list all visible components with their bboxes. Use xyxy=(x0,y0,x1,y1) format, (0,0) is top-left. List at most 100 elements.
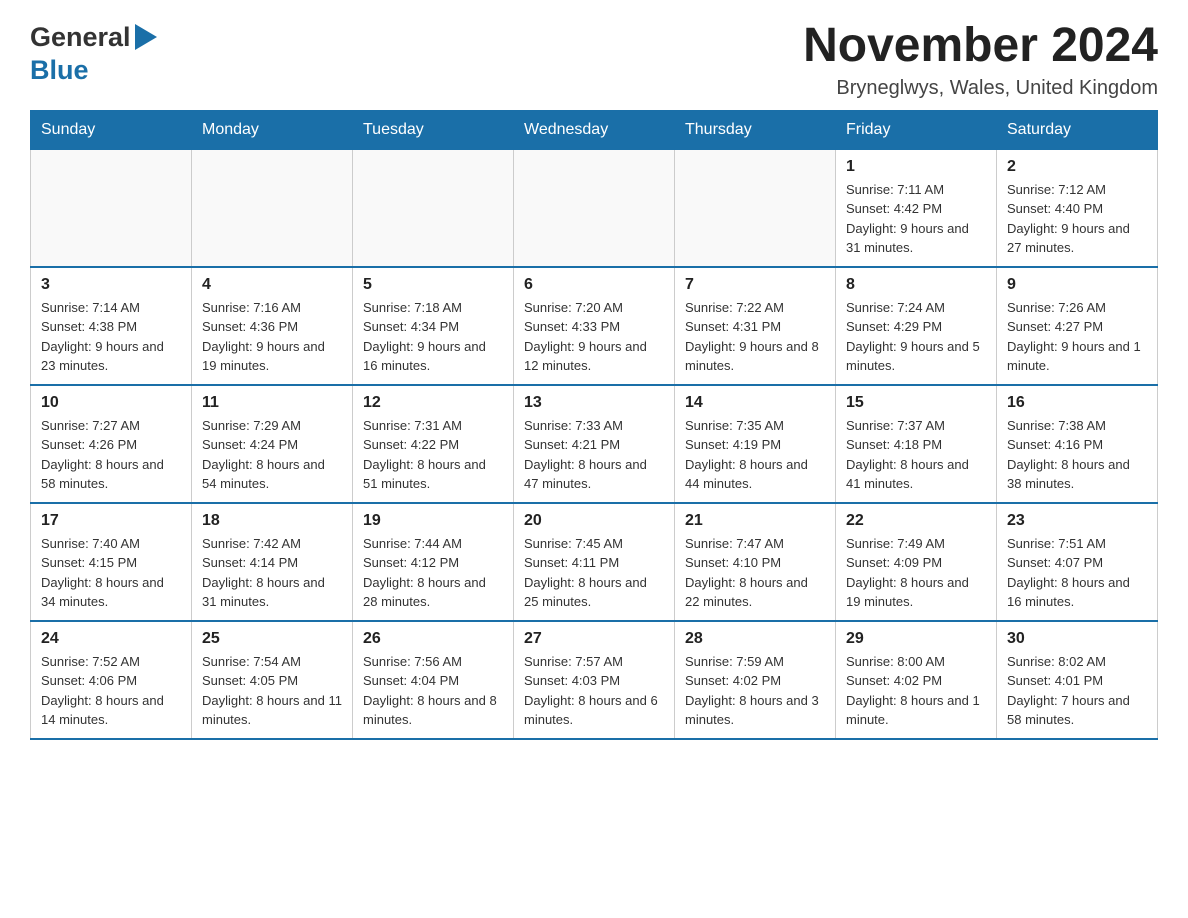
weekday-header-saturday: Saturday xyxy=(997,110,1158,149)
day-number: 16 xyxy=(1007,394,1147,412)
title-block: November 2024 Bryneglwys, Wales, United … xyxy=(803,20,1158,100)
logo-arrow-icon xyxy=(135,24,157,55)
day-number: 18 xyxy=(202,512,342,530)
calendar-cell: 22 Sunrise: 7:49 AMSunset: 4:09 PMDayligh… xyxy=(836,503,997,621)
calendar-cell: 11 Sunrise: 7:29 AMSunset: 4:24 PMDayligh… xyxy=(192,385,353,503)
day-number: 30 xyxy=(1007,630,1147,648)
day-info: Sunrise: 8:02 AMSunset: 4:01 PMDaylight:… xyxy=(1007,652,1147,730)
day-number: 8 xyxy=(846,276,986,294)
calendar-cell xyxy=(31,149,192,267)
day-number: 1 xyxy=(846,158,986,176)
day-info: Sunrise: 7:51 AMSunset: 4:07 PMDaylight:… xyxy=(1007,534,1147,612)
day-number: 19 xyxy=(363,512,503,530)
weekday-header-sunday: Sunday xyxy=(31,110,192,149)
day-info: Sunrise: 7:37 AMSunset: 4:18 PMDaylight:… xyxy=(846,416,986,494)
calendar-cell: 25 Sunrise: 7:54 AMSunset: 4:05 PMDayligh… xyxy=(192,621,353,739)
day-info: Sunrise: 7:40 AMSunset: 4:15 PMDaylight:… xyxy=(41,534,181,612)
day-info: Sunrise: 7:47 AMSunset: 4:10 PMDaylight:… xyxy=(685,534,825,612)
day-number: 22 xyxy=(846,512,986,530)
calendar-cell: 8 Sunrise: 7:24 AMSunset: 4:29 PMDaylight… xyxy=(836,267,997,385)
day-number: 26 xyxy=(363,630,503,648)
day-number: 20 xyxy=(524,512,664,530)
day-info: Sunrise: 7:54 AMSunset: 4:05 PMDaylight:… xyxy=(202,652,342,730)
day-number: 25 xyxy=(202,630,342,648)
logo-general-text: General xyxy=(30,22,131,53)
day-number: 3 xyxy=(41,276,181,294)
day-number: 17 xyxy=(41,512,181,530)
calendar-cell: 19 Sunrise: 7:44 AMSunset: 4:12 PMDayligh… xyxy=(353,503,514,621)
day-number: 24 xyxy=(41,630,181,648)
calendar-cell: 6Sunrise: 7:20 AMSunset: 4:33 PMDaylight… xyxy=(514,267,675,385)
calendar-cell: 27 Sunrise: 7:57 AMSunset: 4:03 PMDayligh… xyxy=(514,621,675,739)
calendar-cell: 14 Sunrise: 7:35 AMSunset: 4:19 PMDayligh… xyxy=(675,385,836,503)
day-number: 9 xyxy=(1007,276,1147,294)
calendar-cell: 10 Sunrise: 7:27 AMSunset: 4:26 PMDayligh… xyxy=(31,385,192,503)
logo-blue-text: Blue xyxy=(30,55,89,85)
calendar-table: SundayMondayTuesdayWednesdayThursdayFrid… xyxy=(30,110,1158,740)
day-info: Sunrise: 7:26 AMSunset: 4:27 PMDaylight:… xyxy=(1007,298,1147,376)
calendar-cell: 21Sunrise: 7:47 AMSunset: 4:10 PMDayligh… xyxy=(675,503,836,621)
day-info: Sunrise: 7:16 AMSunset: 4:36 PMDaylight:… xyxy=(202,298,342,376)
day-number: 23 xyxy=(1007,512,1147,530)
day-info: Sunrise: 7:24 AMSunset: 4:29 PMDaylight:… xyxy=(846,298,986,376)
calendar-cell: 23 Sunrise: 7:51 AMSunset: 4:07 PMDayligh… xyxy=(997,503,1158,621)
calendar-cell: 4 Sunrise: 7:16 AMSunset: 4:36 PMDaylight… xyxy=(192,267,353,385)
day-number: 10 xyxy=(41,394,181,412)
subtitle: Bryneglwys, Wales, United Kingdom xyxy=(803,77,1158,100)
calendar-cell: 1 Sunrise: 7:11 AMSunset: 4:42 PMDaylight… xyxy=(836,149,997,267)
calendar-cell xyxy=(192,149,353,267)
day-info: Sunrise: 7:27 AMSunset: 4:26 PMDaylight:… xyxy=(41,416,181,494)
calendar-cell: 5 Sunrise: 7:18 AMSunset: 4:34 PMDaylight… xyxy=(353,267,514,385)
day-number: 27 xyxy=(524,630,664,648)
calendar-cell: 17 Sunrise: 7:40 AMSunset: 4:15 PMDayligh… xyxy=(31,503,192,621)
calendar-cell: 15 Sunrise: 7:37 AMSunset: 4:18 PMDayligh… xyxy=(836,385,997,503)
day-info: Sunrise: 7:11 AMSunset: 4:42 PMDaylight:… xyxy=(846,180,986,258)
day-number: 14 xyxy=(685,394,825,412)
calendar-cell: 7 Sunrise: 7:22 AMSunset: 4:31 PMDaylight… xyxy=(675,267,836,385)
calendar-cell: 3 Sunrise: 7:14 AMSunset: 4:38 PMDaylight… xyxy=(31,267,192,385)
day-info: Sunrise: 7:20 AMSunset: 4:33 PMDaylight:… xyxy=(524,298,664,376)
day-info: Sunrise: 7:45 AMSunset: 4:11 PMDaylight:… xyxy=(524,534,664,612)
day-info: Sunrise: 7:52 AMSunset: 4:06 PMDaylight:… xyxy=(41,652,181,730)
weekday-header-monday: Monday xyxy=(192,110,353,149)
weekday-header-thursday: Thursday xyxy=(675,110,836,149)
day-info: Sunrise: 7:35 AMSunset: 4:19 PMDaylight:… xyxy=(685,416,825,494)
day-info: Sunrise: 7:33 AMSunset: 4:21 PMDaylight:… xyxy=(524,416,664,494)
calendar-cell: 24 Sunrise: 7:52 AMSunset: 4:06 PMDayligh… xyxy=(31,621,192,739)
calendar-cell: 2Sunrise: 7:12 AMSunset: 4:40 PMDaylight… xyxy=(997,149,1158,267)
day-info: Sunrise: 7:31 AMSunset: 4:22 PMDaylight:… xyxy=(363,416,503,494)
day-info: Sunrise: 7:14 AMSunset: 4:38 PMDaylight:… xyxy=(41,298,181,376)
weekday-header-friday: Friday xyxy=(836,110,997,149)
calendar-cell: 12Sunrise: 7:31 AMSunset: 4:22 PMDayligh… xyxy=(353,385,514,503)
day-info: Sunrise: 7:38 AMSunset: 4:16 PMDaylight:… xyxy=(1007,416,1147,494)
day-number: 15 xyxy=(846,394,986,412)
calendar-cell: 20 Sunrise: 7:45 AMSunset: 4:11 PMDayligh… xyxy=(514,503,675,621)
day-info: Sunrise: 7:57 AMSunset: 4:03 PMDaylight:… xyxy=(524,652,664,730)
day-number: 5 xyxy=(363,276,503,294)
calendar-cell: 13Sunrise: 7:33 AMSunset: 4:21 PMDayligh… xyxy=(514,385,675,503)
day-info: Sunrise: 8:00 AMSunset: 4:02 PMDaylight:… xyxy=(846,652,986,730)
logo: General Blue xyxy=(30,20,157,86)
day-number: 2 xyxy=(1007,158,1147,176)
calendar-week-4: 17 Sunrise: 7:40 AMSunset: 4:15 PMDayligh… xyxy=(31,503,1158,621)
weekday-header-tuesday: Tuesday xyxy=(353,110,514,149)
day-info: Sunrise: 7:44 AMSunset: 4:12 PMDaylight:… xyxy=(363,534,503,612)
day-number: 29 xyxy=(846,630,986,648)
weekday-header-wednesday: Wednesday xyxy=(514,110,675,149)
calendar-cell: 29 Sunrise: 8:00 AMSunset: 4:02 PMDayligh… xyxy=(836,621,997,739)
day-info: Sunrise: 7:49 AMSunset: 4:09 PMDaylight:… xyxy=(846,534,986,612)
calendar-cell: 18 Sunrise: 7:42 AMSunset: 4:14 PMDayligh… xyxy=(192,503,353,621)
calendar-cell: 9 Sunrise: 7:26 AMSunset: 4:27 PMDaylight… xyxy=(997,267,1158,385)
day-info: Sunrise: 7:42 AMSunset: 4:14 PMDaylight:… xyxy=(202,534,342,612)
day-info: Sunrise: 7:56 AMSunset: 4:04 PMDaylight:… xyxy=(363,652,503,730)
day-info: Sunrise: 7:18 AMSunset: 4:34 PMDaylight:… xyxy=(363,298,503,376)
day-number: 11 xyxy=(202,394,342,412)
calendar-week-5: 24 Sunrise: 7:52 AMSunset: 4:06 PMDayligh… xyxy=(31,621,1158,739)
calendar-week-3: 10 Sunrise: 7:27 AMSunset: 4:26 PMDayligh… xyxy=(31,385,1158,503)
page-header: General Blue November 2024 Bryneglwys, W… xyxy=(30,20,1158,100)
day-number: 7 xyxy=(685,276,825,294)
day-info: Sunrise: 7:29 AMSunset: 4:24 PMDaylight:… xyxy=(202,416,342,494)
calendar-cell xyxy=(675,149,836,267)
day-number: 4 xyxy=(202,276,342,294)
day-info: Sunrise: 7:22 AMSunset: 4:31 PMDaylight:… xyxy=(685,298,825,376)
